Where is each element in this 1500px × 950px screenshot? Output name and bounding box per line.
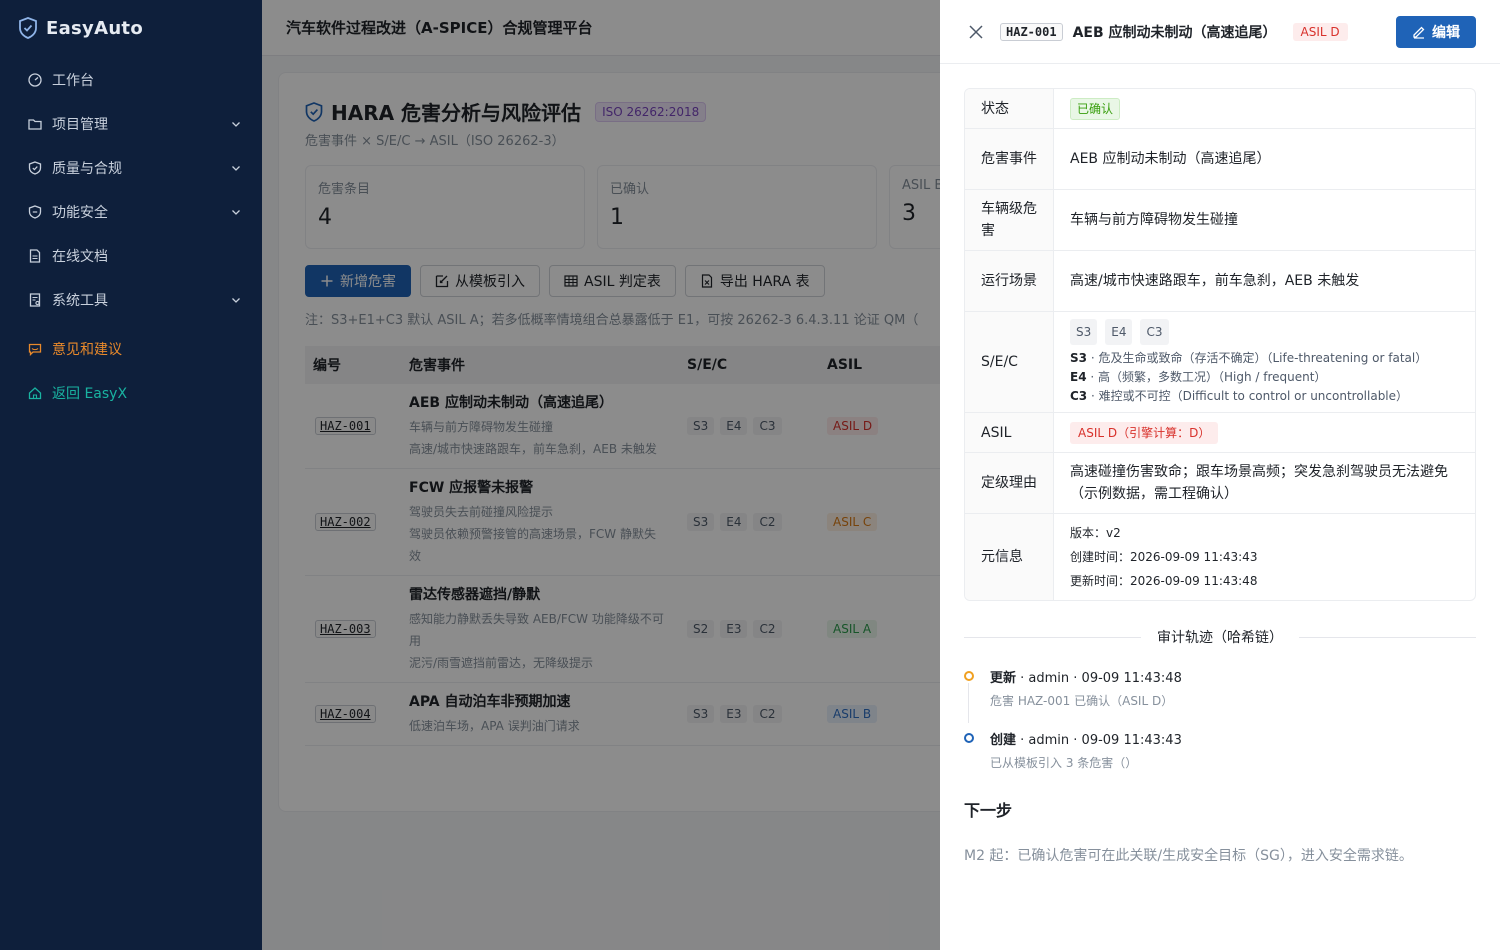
sidebar: EasyAuto 工作台 项目管理 质量与合规 功能安全 在线文档 系统工具 意…: [0, 0, 262, 950]
chevron-down-icon: [230, 162, 242, 174]
audit-meta: · admin · 09-09 11:43:43: [1016, 733, 1182, 748]
edit-icon: [1412, 25, 1426, 39]
timeline-dot: [964, 671, 974, 681]
chevron-down-icon: [230, 294, 242, 306]
home-icon: [28, 386, 42, 400]
edit-button[interactable]: 编辑: [1396, 15, 1476, 48]
chevron-down-icon: [230, 206, 242, 218]
close-icon[interactable]: [968, 24, 984, 40]
sec-explanation: C3 · 难控或不可控（Difficult to control or unco…: [1070, 388, 1409, 403]
sidebar-item-docs[interactable]: 在线文档: [0, 234, 262, 278]
sec-chips: S3 E4 C3: [1070, 318, 1459, 345]
desc-value: 高速/城市快速路跟车，前车急刹，AEB 未触发: [1070, 273, 1360, 289]
audit-action: 创建: [990, 733, 1017, 748]
tool-icon: [28, 293, 42, 307]
brand-name: EasyAuto: [46, 17, 144, 39]
desc-label: 元信息: [965, 514, 1054, 600]
timeline-dot: [964, 733, 974, 743]
drawer-mask[interactable]: [262, 0, 940, 950]
next-step-text: M2 起：已确认危害可在此关联/生成安全目标（SG），进入安全需求链。: [964, 848, 1413, 864]
asil-badge: ASIL D（引擎计算：D）: [1070, 421, 1219, 444]
desc-row-meta: 元信息 版本：v2 创建时间：2026-09-09 11:43:43 更新时间：…: [965, 514, 1475, 600]
edit-label: 编辑: [1432, 24, 1460, 41]
sidebar-nav: 工作台 项目管理 质量与合规 功能安全 在线文档 系统工具 意见和建议 返回 E…: [0, 58, 262, 415]
sidebar-item-dashboard[interactable]: 工作台: [0, 58, 262, 102]
audit-timeline: 更新 · admin · 09-09 11:43:48 危害 HAZ-001 已…: [964, 667, 1476, 791]
hazard-descriptions: 状态 已确认 危害事件 AEB 应制动未制动（高速追尾） 车辆级危害 车辆与前方…: [964, 88, 1476, 601]
brand[interactable]: EasyAuto: [0, 0, 262, 56]
drawer-title: AEB 应制动未制动（高速追尾）: [1072, 24, 1277, 41]
sidebar-item-label: 功能安全: [52, 205, 108, 221]
audit-divider: 审计轨迹（哈希链）: [964, 627, 1476, 647]
sidebar-item-label: 系统工具: [52, 293, 108, 309]
audit-meta: · admin · 09-09 11:43:48: [1016, 671, 1182, 686]
timeline-connector: [968, 683, 969, 723]
sec-explanation: S3 · 危及生命或致命（存活不确定）（Life-threatening or …: [1070, 350, 1428, 365]
timeline-item: 更新 · admin · 09-09 11:43:48 危害 HAZ-001 已…: [964, 667, 1476, 729]
sidebar-item-label: 质量与合规: [52, 161, 122, 177]
desc-label: 定级理由: [965, 453, 1054, 513]
audit-desc: 已从模板引入 3 条危害（）: [990, 756, 1138, 770]
desc-label: 车辆级危害: [965, 190, 1054, 250]
sidebar-item-label: 项目管理: [52, 117, 108, 133]
drawer-hazard-code: HAZ-001: [1000, 22, 1063, 41]
folder-icon: [28, 117, 42, 131]
desc-row-sec: S/E/C S3 E4 C3 S3 · 危及生命或致命（存活不确定）（Life-…: [965, 312, 1475, 413]
controllability-chip: C3: [1140, 318, 1169, 345]
desc-row-reason: 定级理由 高速碰撞伤害致命；跟车场景高频；突发急刹驾驶员无法避免（示例数据，需工…: [965, 453, 1475, 514]
audit-title: 审计轨迹（哈希链）: [1157, 630, 1283, 646]
sidebar-item-tools[interactable]: 系统工具: [0, 278, 262, 322]
shield-logo-icon: [19, 17, 37, 39]
desc-row-hazard: 车辆级危害 车辆与前方障碍物发生碰撞: [965, 190, 1475, 251]
drawer-header: HAZ-001 AEB 应制动未制动（高速追尾） ASIL D 编辑: [940, 0, 1500, 64]
sidebar-item-label: 意见和建议: [52, 342, 122, 358]
desc-row-status: 状态 已确认: [965, 89, 1475, 129]
audit-desc: 危害 HAZ-001 已确认（ASIL D）: [990, 694, 1174, 708]
document-icon: [28, 249, 42, 263]
status-badge: 已确认: [1070, 97, 1121, 120]
shield-check-icon: [28, 205, 42, 219]
next-step-title: 下一步: [964, 801, 1013, 820]
timeline-item: 创建 · admin · 09-09 11:43:43 已从模板引入 3 条危害…: [964, 729, 1476, 791]
desc-value: 高速碰撞伤害致命；跟车场景高频；突发急刹驾驶员无法避免（示例数据，需工程确认）: [1070, 464, 1448, 502]
dashboard-icon: [28, 73, 42, 87]
desc-label: 危害事件: [965, 129, 1054, 189]
sidebar-item-functional-safety[interactable]: 功能安全: [0, 190, 262, 234]
audit-action: 更新: [990, 671, 1017, 686]
severity-chip: S3: [1070, 318, 1098, 345]
sec-explanation: E4 · 高（频繁，多数工况）（High / frequent）: [1070, 369, 1327, 384]
chat-icon: [28, 342, 42, 356]
drawer-body: 状态 已确认 危害事件 AEB 应制动未制动（高速追尾） 车辆级危害 车辆与前方…: [940, 64, 1500, 889]
sidebar-item-label: 返回 EasyX: [52, 386, 128, 402]
desc-label: S/E/C: [965, 312, 1054, 412]
hazard-detail-drawer: HAZ-001 AEB 应制动未制动（高速追尾） ASIL D 编辑 状态 已确…: [940, 0, 1500, 950]
meta-updated: 更新时间：2026-09-09 11:43:48: [1070, 574, 1258, 588]
meta-version: 版本：v2: [1070, 526, 1121, 540]
desc-label: 运行场景: [965, 251, 1054, 311]
desc-value: 车辆与前方障碍物发生碰撞: [1070, 212, 1238, 228]
sidebar-item-quality[interactable]: 质量与合规: [0, 146, 262, 190]
meta-created: 创建时间：2026-09-09 11:43:43: [1070, 550, 1258, 564]
desc-value: AEB 应制动未制动（高速追尾）: [1070, 151, 1271, 167]
chevron-down-icon: [230, 118, 242, 130]
desc-label: 状态: [965, 89, 1054, 128]
sidebar-item-label: 在线文档: [52, 249, 108, 265]
desc-row-asil: ASIL ASIL D（引擎计算：D）: [965, 413, 1475, 453]
desc-label: ASIL: [965, 413, 1054, 452]
desc-row-scenario: 运行场景 高速/城市快速路跟车，前车急刹，AEB 未触发: [965, 251, 1475, 312]
sidebar-item-label: 工作台: [52, 73, 94, 89]
sidebar-item-projects[interactable]: 项目管理: [0, 102, 262, 146]
shield-icon: [28, 161, 42, 175]
drawer-asil-badge: ASIL D: [1292, 22, 1348, 41]
exposure-chip: E4: [1105, 318, 1133, 345]
sidebar-item-feedback[interactable]: 意见和建议: [0, 327, 262, 371]
desc-row-event: 危害事件 AEB 应制动未制动（高速追尾）: [965, 129, 1475, 190]
sidebar-item-back-easyx[interactable]: 返回 EasyX: [0, 371, 262, 415]
